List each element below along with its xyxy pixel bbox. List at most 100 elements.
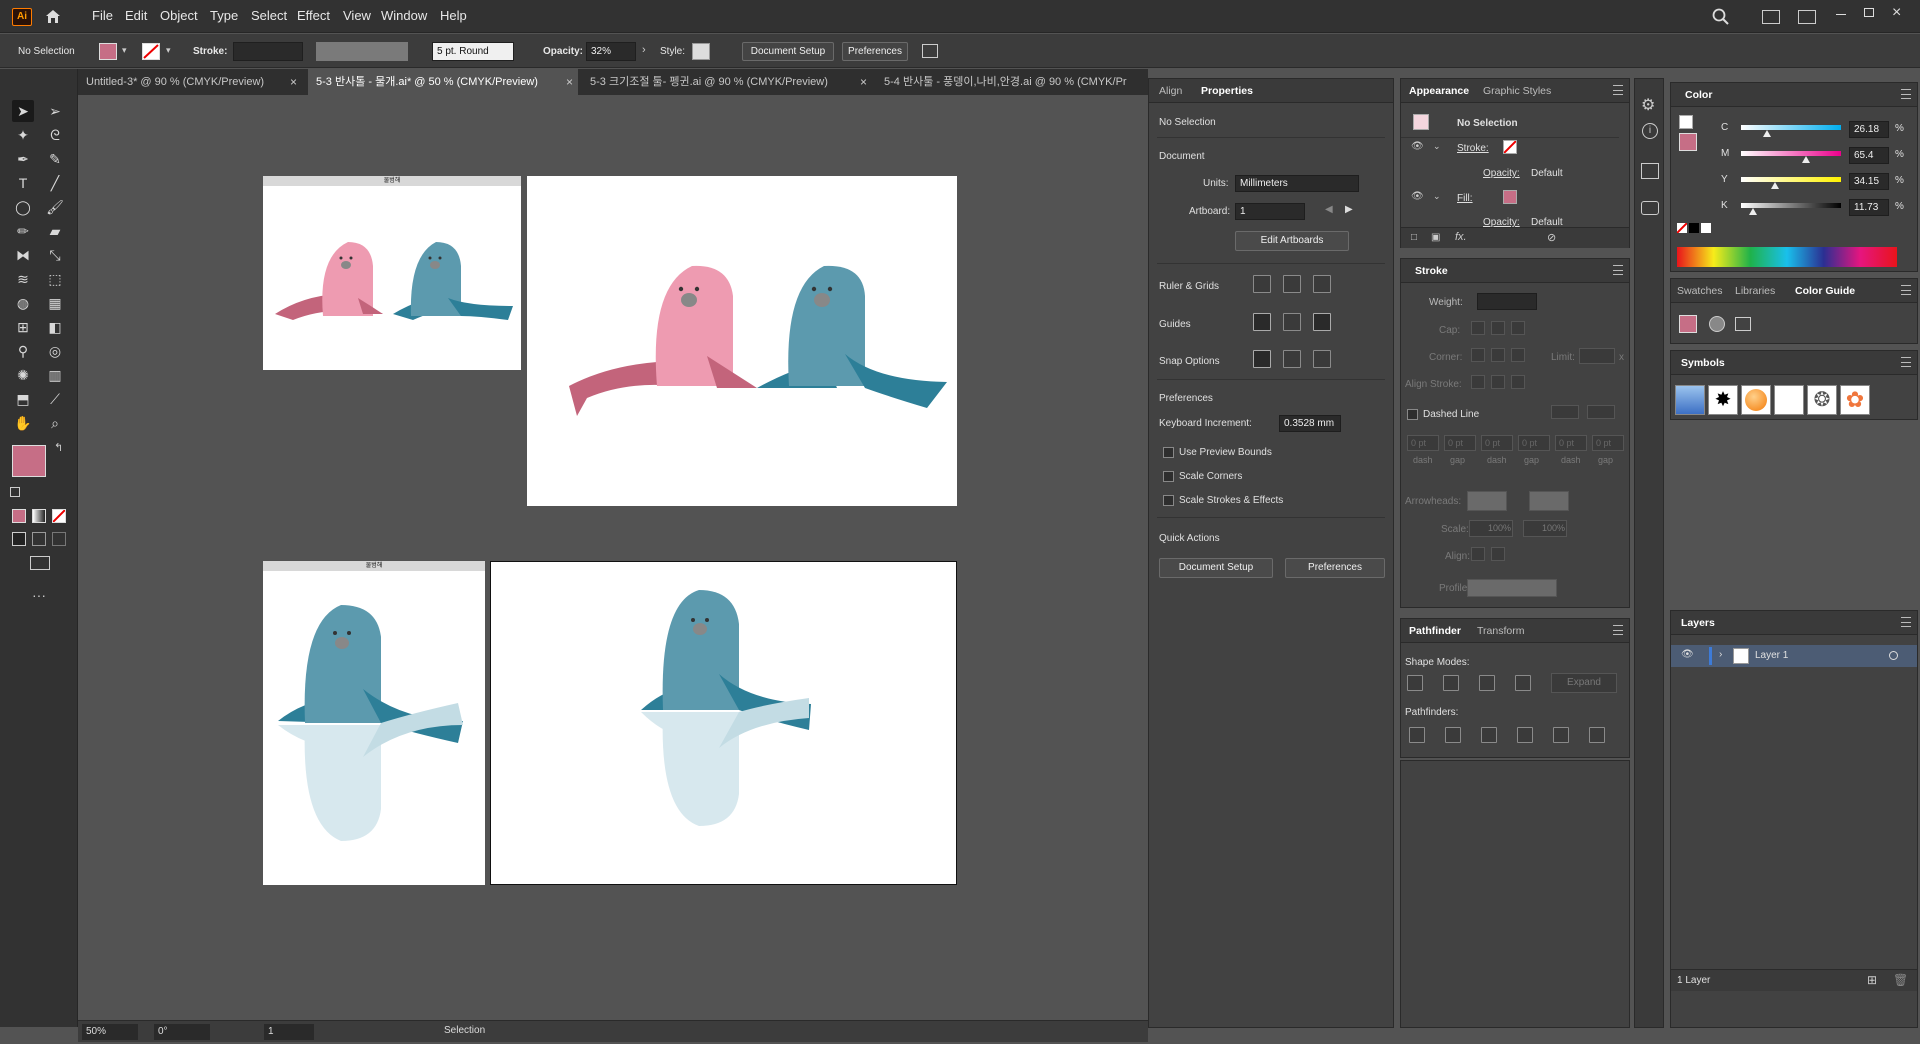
swap-colors-icon[interactable]: ↰ [54,441,63,454]
menu-view[interactable]: View [343,8,371,23]
shape-builder-tool-icon[interactable]: ◍ [12,292,34,314]
panel-menu-icon[interactable] [1901,285,1911,295]
tab-seal[interactable]: 5-3 반사톨 - 물개.ai* @ 50 % (CMYK/Preview) [308,69,578,95]
layer-name[interactable]: Layer 1 [1755,650,1788,661]
use-preview-bounds-checkbox[interactable] [1163,447,1174,458]
tab-color-guide[interactable]: Color Guide [1795,285,1855,297]
trim-icon[interactable] [1445,727,1461,743]
channel-slider-thumb[interactable] [1763,130,1772,137]
screen-mode-icon[interactable] [30,556,50,570]
previous-artboard-icon[interactable]: ◀ [1325,204,1333,215]
symbol-wreath[interactable]: ❂ [1807,385,1837,415]
artboard-select[interactable]: 1 [1235,203,1305,220]
opacity-link[interactable]: Opacity: [1483,168,1520,179]
color-wheel-icon[interactable] [1709,316,1725,332]
menu-file[interactable]: File [92,8,113,23]
zoom-tool-icon[interactable]: ⌕ [44,412,66,434]
menu-object[interactable]: Object [160,8,198,23]
tab-close-icon[interactable]: × [566,69,573,95]
tab-graphic-styles[interactable]: Graphic Styles [1483,85,1551,97]
exclude-icon[interactable] [1515,675,1531,691]
preferences-button[interactable]: Preferences [842,42,908,61]
units-select[interactable]: Millimeters [1235,175,1359,192]
scale-tool-icon[interactable]: ⤡ [44,244,66,266]
chevron-right-icon[interactable]: › [642,44,646,56]
snap-to-pixel-icon[interactable] [1313,350,1331,368]
line-tool-icon[interactable]: ╱ [44,172,66,194]
scale-strokes-checkbox[interactable] [1163,495,1174,506]
menu-window[interactable]: Window [381,8,427,23]
tab-transform[interactable]: Transform [1477,625,1524,637]
visibility-eye-icon[interactable]: 👁 [1411,141,1424,152]
artboard-3[interactable]: 물범해 [263,561,485,885]
menu-help[interactable]: Help [440,8,467,23]
panel-menu-icon[interactable] [1901,89,1911,99]
close-icon[interactable]: × [1892,4,1901,22]
rotation-field[interactable]: 0° [154,1024,210,1040]
tab-swatches[interactable]: Swatches [1677,285,1723,297]
canvas[interactable]: 물범해 물범해 [78,95,1148,1020]
eraser-tool-icon[interactable]: ▰ [44,220,66,242]
snap-to-point-icon[interactable] [1253,350,1271,368]
ruler-icon[interactable] [1253,275,1271,293]
symbol-blue-banner[interactable] [1675,385,1705,415]
lock-guides-icon[interactable] [1283,313,1301,331]
weight-field[interactable] [1477,293,1537,310]
hand-tool-icon[interactable]: ✋ [12,412,34,434]
info-icon[interactable]: i [1642,123,1658,139]
color-spectrum[interactable] [1677,247,1897,267]
workspace-icon[interactable] [1762,10,1780,24]
tab-stroke[interactable]: Stroke [1415,265,1448,277]
chevron-down-icon[interactable]: ▾ [166,45,171,56]
stroke-swatch[interactable] [1503,140,1517,154]
gear-icon[interactable]: ⚙ [1641,95,1655,115]
fill-color-box[interactable] [1679,133,1697,151]
dashed-line-checkbox[interactable] [1407,409,1418,420]
chevron-down-icon[interactable]: ⌄ [1433,141,1441,152]
blend-tool-icon[interactable]: ◎ [44,340,66,362]
symbol-orange-orb[interactable] [1741,385,1771,415]
preferences-button[interactable]: Preferences [1285,558,1385,578]
search-icon[interactable] [1712,8,1730,26]
crop-icon[interactable] [1517,727,1533,743]
none-mode-icon[interactable] [52,509,66,523]
panel-menu-icon[interactable] [1613,85,1623,95]
maximize-icon[interactable] [1864,8,1874,17]
panel-menu-icon[interactable] [1613,625,1623,635]
fill-swatch[interactable] [99,43,117,60]
fill-color-box[interactable] [12,445,46,477]
symbol-flower[interactable]: ✿ [1840,385,1870,415]
channel-slider-thumb[interactable] [1771,182,1780,189]
gradient-tool-icon[interactable]: ◧ [44,316,66,338]
stroke-swatch[interactable] [142,43,160,60]
new-layer-icon[interactable]: ⊞ [1867,973,1877,987]
channel-slider-thumb[interactable] [1748,208,1757,215]
brush-definition[interactable]: 5 pt. Round [432,42,514,61]
symbol-sprayer-tool-icon[interactable]: ✺ [12,364,34,386]
edit-artboards-button[interactable]: Edit Artboards [1235,231,1349,251]
none-swatch[interactable] [1677,223,1687,233]
tab-appearance[interactable]: Appearance [1409,85,1469,97]
layer-row[interactable]: 👁 › Layer 1 [1671,645,1917,667]
stroke-attribute-label[interactable]: Stroke: [1457,143,1489,154]
fill-swatch[interactable] [1503,190,1517,204]
artboard-2[interactable] [527,176,957,506]
draw-normal-icon[interactable] [12,532,26,546]
pen-tool-icon[interactable]: ✒ [12,148,34,170]
transparency-grid-icon[interactable] [1313,275,1331,293]
artboard-navigator-field[interactable]: 1 [264,1024,314,1040]
channel-value-field[interactable]: 26.18 [1849,121,1889,138]
visibility-eye-icon[interactable]: 👁 [1681,649,1694,660]
add-effect-icon[interactable]: fx. [1455,231,1467,243]
tab-untitled-3[interactable]: Untitled-3* @ 90 % (CMYK/Preview) [78,69,294,95]
tab-penguin[interactable]: 5-3 크기조절 툴- 펭귄.ai @ 90 % (CMYK/Preview) [582,69,860,95]
chevron-right-icon[interactable]: › [1719,649,1722,660]
panel-menu-icon[interactable] [1613,265,1623,275]
type-tool-icon[interactable]: T [12,172,34,194]
ellipse-tool-icon[interactable]: ◯ [12,196,34,218]
export-icon[interactable] [1641,163,1659,179]
fill-attribute-label[interactable]: Fill: [1457,193,1473,204]
visibility-eye-icon[interactable]: 👁 [1411,191,1424,202]
color-group-icon[interactable] [1735,317,1751,331]
tab-close-icon[interactable]: × [860,69,867,95]
